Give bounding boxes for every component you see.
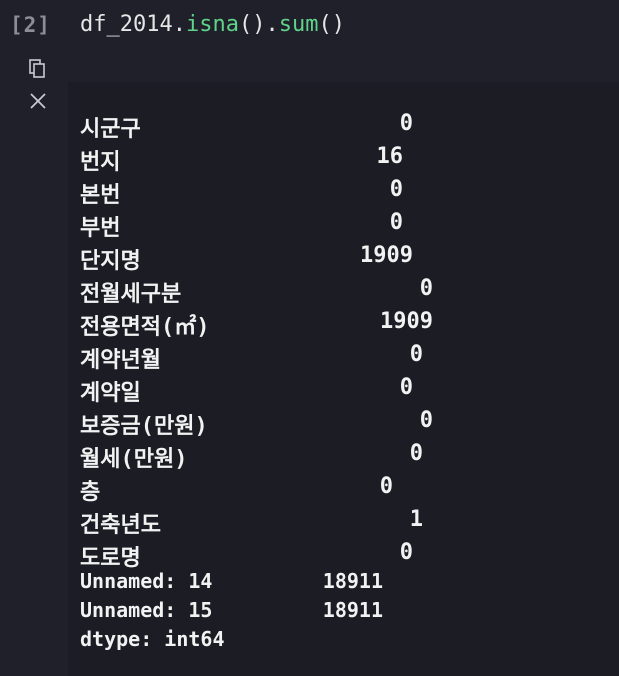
output-row-label: Unnamed: 14	[80, 569, 213, 593]
output-row-value: 0	[399, 540, 413, 565]
code-punct: ().	[238, 12, 279, 37]
output-row-value: 0	[399, 111, 413, 136]
output-row: 계약년월 0	[80, 342, 619, 373]
output-row-value: 18911	[322, 569, 383, 593]
output-row-value: 0	[419, 408, 433, 433]
code-object: df_2014.	[80, 12, 186, 37]
code-function-isna: isna	[185, 12, 239, 37]
output-row: 월세(만원) 0	[80, 441, 619, 472]
output-row-label: 층	[80, 480, 101, 505]
output-row-value: 0	[399, 375, 413, 400]
output-row: 건축년도 1	[80, 507, 619, 538]
output-row: 단지명 1909	[80, 243, 619, 274]
output-row-label: 번지	[80, 150, 121, 175]
output-row-value: 0	[409, 342, 423, 367]
output-row: Unnamed: 15 18911	[80, 598, 619, 626]
output-row: 층0	[80, 474, 619, 505]
code-line[interactable]: df_2014.isna().sum()	[80, 12, 345, 37]
output-row: Unnamed: 14 18911	[80, 569, 619, 597]
output-row-value: 1909	[360, 243, 413, 268]
output-row-label: 계약일	[80, 381, 141, 406]
output-row-label: 계약년월	[80, 348, 161, 373]
output-row: 계약일 0	[80, 375, 619, 406]
output-row: 시군구 0	[80, 111, 619, 142]
output-row-value: 16	[376, 144, 404, 169]
copy-icon[interactable]	[26, 57, 50, 81]
output-row-label: 보증금(만원)	[80, 414, 208, 439]
output-row-label: 전용면적(㎡)	[80, 315, 210, 340]
notebook-cell: [2] df_2014.isna().sum() 시군구 0 번지 16 본번 0 부번 0 단…	[0, 0, 619, 676]
output-row-label: 시군구	[80, 117, 141, 142]
output-row: 전용면적(㎡) 1909	[80, 309, 619, 340]
output-row-label: Unnamed: 15	[80, 598, 213, 622]
execution-count: [2]	[10, 13, 51, 37]
output-row-label: 단지명	[80, 249, 141, 274]
output-row-value: 0	[419, 276, 433, 301]
output-row-value: 0	[409, 441, 423, 466]
output-row-value: 1	[409, 507, 423, 532]
output-row: 본번 0	[80, 177, 619, 208]
output-row: 도로명 0	[80, 540, 619, 571]
output-row: 보증금(만원) 0	[80, 408, 619, 439]
output-gutter	[68, 82, 80, 676]
code-input[interactable]: df_2014.isna().sum()	[68, 0, 619, 82]
output-row-value: 0	[389, 210, 403, 235]
output-row-value: 0	[379, 474, 393, 499]
output-row-value: 1909	[380, 309, 433, 334]
close-icon[interactable]	[26, 89, 50, 113]
code-function-sum: sum	[278, 12, 319, 37]
output-row: 전월세구분 0	[80, 276, 619, 307]
code-punct-end: ()	[318, 12, 345, 37]
output-row-label: 부번	[80, 216, 121, 241]
output-row-label: 전월세구분	[80, 282, 182, 307]
output-row-label: 월세(만원)	[80, 447, 188, 472]
output-dtype: dtype: int64	[80, 627, 225, 651]
output-row-label: 건축년도	[80, 513, 161, 538]
output-row: 번지 16	[80, 144, 619, 175]
output-row: 부번 0	[80, 210, 619, 241]
output-row-label: 본번	[80, 183, 121, 208]
output-row-value: 0	[389, 177, 403, 202]
output-row-value: 18911	[322, 598, 383, 622]
output-row-label: 도로명	[80, 546, 141, 571]
